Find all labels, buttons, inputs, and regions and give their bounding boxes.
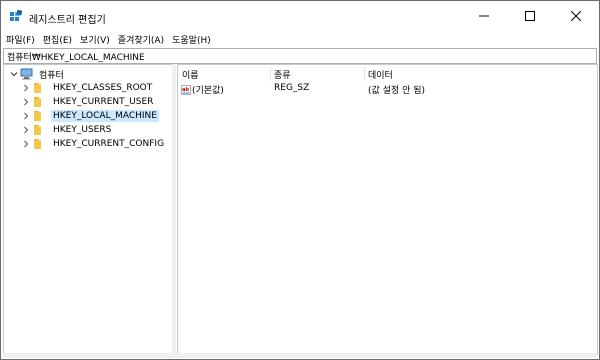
chevron-right-icon[interactable] bbox=[22, 98, 30, 106]
close-icon bbox=[571, 11, 581, 21]
folder-icon bbox=[34, 97, 46, 107]
menu-edit[interactable]: 편집(E) bbox=[40, 33, 75, 46]
window-title: 레지스트리 편집기 bbox=[29, 15, 106, 26]
tree-label-hkey-classes-root: HKEY_CLASSES_ROOT bbox=[53, 83, 153, 93]
tree-label-hkey-current-config: HKEY_CURRENT_CONFIG bbox=[53, 139, 165, 149]
string-value-icon: ab bbox=[181, 84, 191, 95]
title-bar[interactable]: 레지스트리 편집기 bbox=[1, 1, 599, 31]
close-button[interactable] bbox=[553, 1, 599, 31]
maximize-icon bbox=[525, 11, 535, 21]
value-name: (기본값) bbox=[192, 86, 224, 96]
tree-item-computer[interactable]: 컴퓨터 bbox=[10, 67, 66, 81]
column-header-type[interactable]: 종류 bbox=[274, 67, 291, 81]
chevron-right-icon[interactable] bbox=[22, 112, 30, 120]
value-data: (값 설정 안 됨) bbox=[368, 86, 426, 96]
tree-label-hkey-local-machine: HKEY_LOCAL_MACHINE bbox=[51, 110, 159, 122]
column-header-name[interactable]: 이름 bbox=[182, 67, 199, 81]
column-header-data[interactable]: 데이터 bbox=[368, 67, 393, 81]
chevron-right-icon[interactable] bbox=[22, 126, 30, 134]
folder-icon bbox=[34, 111, 46, 121]
menu-help[interactable]: 도움말(H) bbox=[169, 33, 214, 46]
menu-bar: 파일(F) 편집(E) 보기(V) 즐겨찾기(A) 도움말(H) bbox=[1, 31, 599, 47]
menu-file[interactable]: 파일(F) bbox=[3, 33, 38, 46]
minimize-icon bbox=[479, 15, 489, 17]
values-list-pane[interactable]: 이름 종류 데이터 ab (기본값) REG_SZ (값 설정 안 됨) bbox=[177, 64, 598, 355]
chevron-right-icon[interactable] bbox=[22, 84, 30, 92]
tree-item-hkey-classes-root[interactable]: HKEY_CLASSES_ROOT bbox=[22, 81, 154, 95]
chevron-down-icon[interactable] bbox=[10, 70, 18, 78]
registry-editor-window: 레지스트리 편집기 파일(F) 편집(E) 보기(V) 즐겨찾기(A) 도움말(… bbox=[0, 0, 600, 360]
tree-item-hkey-current-config[interactable]: HKEY_CURRENT_CONFIG bbox=[22, 137, 166, 151]
pane-splitter[interactable] bbox=[172, 64, 176, 355]
tree-label-hkey-current-user: HKEY_CURRENT_USER bbox=[53, 97, 154, 107]
registry-editor-icon bbox=[10, 9, 23, 22]
tree-label-computer: 컴퓨터 bbox=[39, 70, 64, 81]
tree-item-hkey-users[interactable]: HKEY_USERS bbox=[22, 123, 113, 137]
status-bar bbox=[3, 353, 597, 358]
menu-view[interactable]: 보기(V) bbox=[77, 33, 113, 46]
tree-item-hkey-current-user[interactable]: HKEY_CURRENT_USER bbox=[22, 95, 155, 109]
tree-label-hkey-users: HKEY_USERS bbox=[53, 125, 112, 135]
svg-text:ab: ab bbox=[182, 87, 189, 93]
computer-icon bbox=[20, 68, 34, 80]
address-path[interactable]: 컴퓨터₩HKEY_LOCAL_MACHINE bbox=[7, 50, 145, 63]
menu-favorites[interactable]: 즐겨찾기(A) bbox=[115, 33, 167, 46]
tree-item-hkey-local-machine[interactable]: HKEY_LOCAL_MACHINE bbox=[22, 109, 159, 123]
chevron-right-icon[interactable] bbox=[22, 140, 30, 148]
maximize-button[interactable] bbox=[507, 1, 553, 31]
column-divider[interactable] bbox=[270, 67, 271, 81]
address-bar[interactable]: 컴퓨터₩HKEY_LOCAL_MACHINE bbox=[3, 48, 597, 64]
value-name-cell: ab (기본값) bbox=[181, 83, 224, 96]
value-type: REG_SZ bbox=[274, 83, 310, 93]
minimize-button[interactable] bbox=[461, 1, 507, 31]
folder-icon bbox=[34, 83, 46, 93]
tree-pane[interactable]: 컴퓨터 HKEY_CLASSES_ROOT HKEY_CURRENT_USER bbox=[3, 64, 173, 355]
column-divider[interactable] bbox=[364, 67, 365, 81]
folder-icon bbox=[34, 125, 46, 135]
folder-icon bbox=[34, 139, 46, 149]
